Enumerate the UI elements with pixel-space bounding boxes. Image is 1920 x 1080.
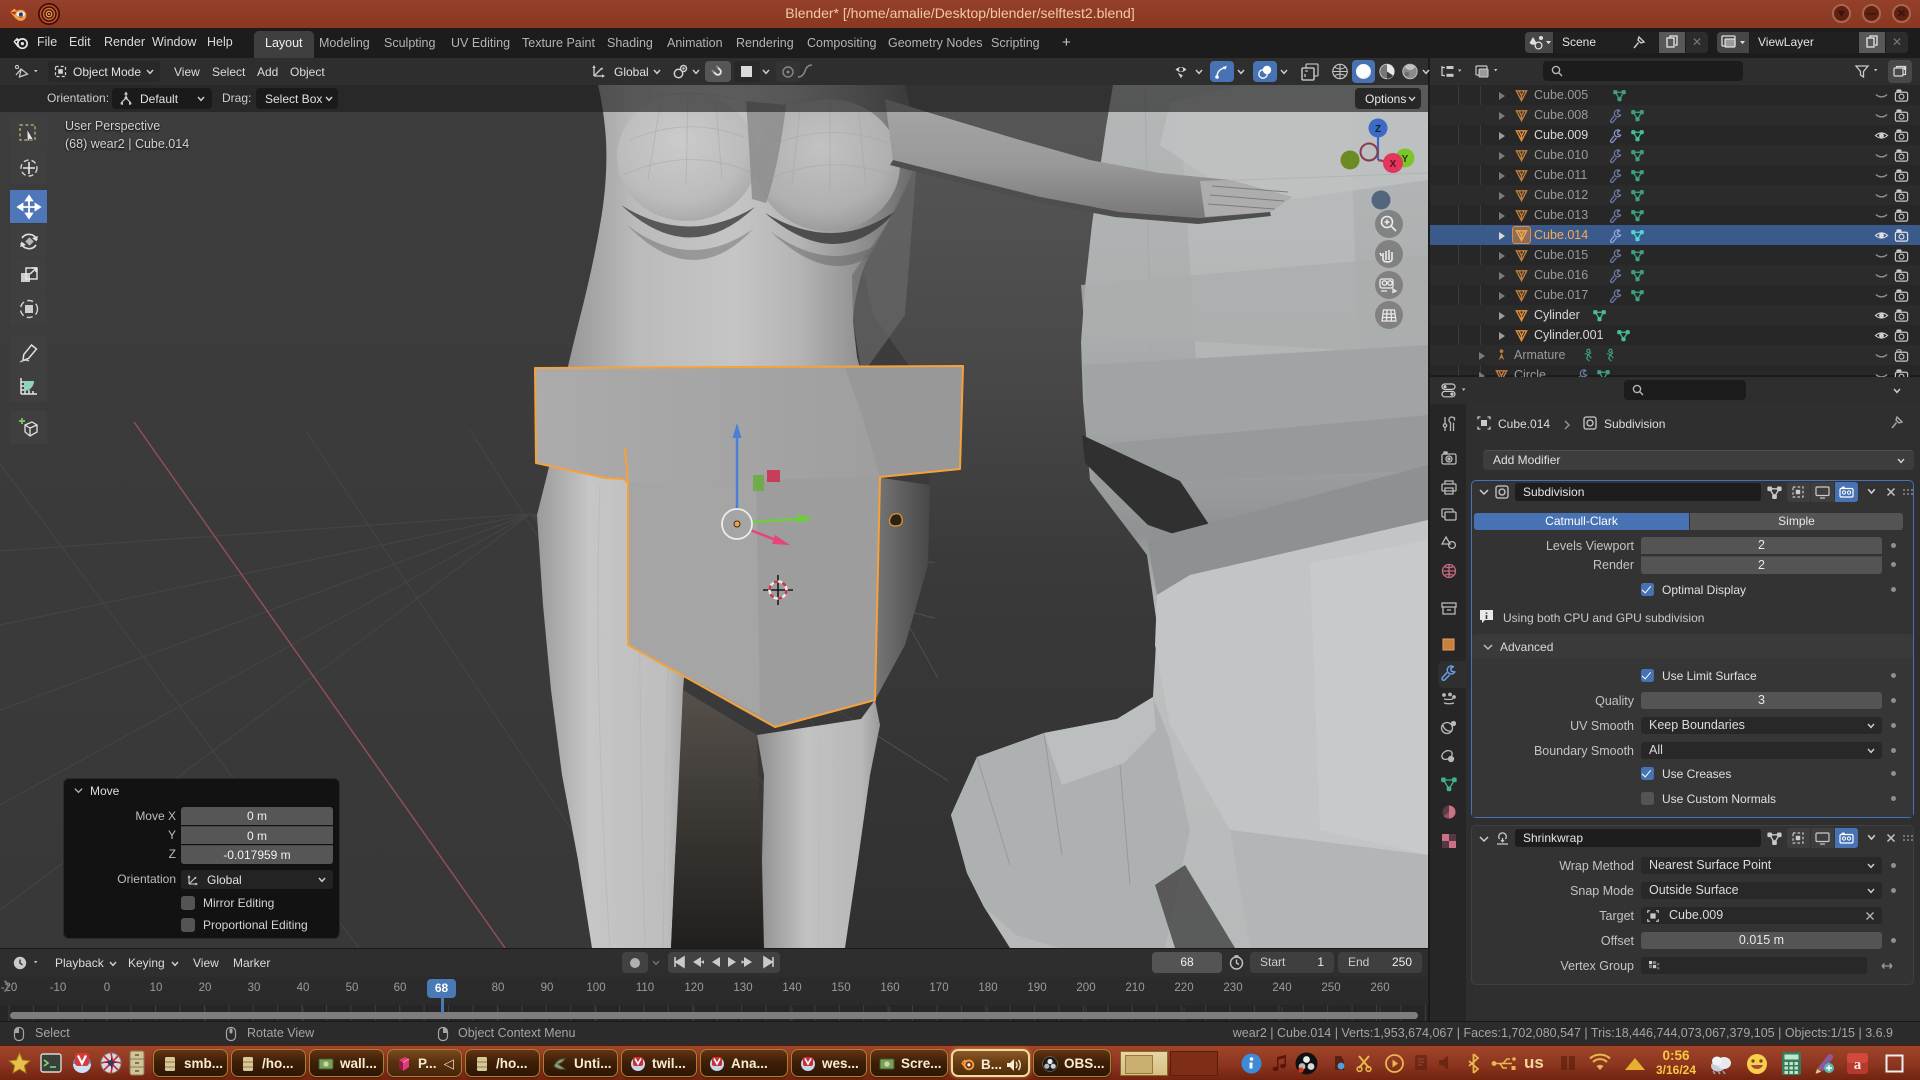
svg-text:50: 50: [346, 982, 359, 994]
svg-text:0: 0: [104, 982, 110, 994]
svg-text:140: 140: [782, 982, 801, 994]
svg-text:240: 240: [1272, 982, 1291, 994]
svg-text:170: 170: [929, 982, 948, 994]
svg-text:80: 80: [492, 982, 505, 994]
svg-text:160: 160: [880, 982, 899, 994]
svg-text:100: 100: [586, 982, 605, 994]
svg-text:30: 30: [248, 982, 261, 994]
svg-text:230: 230: [1223, 982, 1242, 994]
svg-text:110: 110: [636, 982, 654, 994]
svg-text:190: 190: [1027, 982, 1046, 994]
svg-text:200: 200: [1076, 982, 1095, 994]
svg-text:10: 10: [150, 982, 163, 994]
svg-text:90: 90: [541, 982, 554, 994]
svg-text:120: 120: [684, 982, 703, 994]
svg-text:260: 260: [1370, 982, 1389, 994]
svg-text:60: 60: [394, 982, 407, 994]
svg-text:150: 150: [831, 982, 850, 994]
svg-text:250: 250: [1321, 982, 1340, 994]
svg-text:Z: Z: [1375, 124, 1381, 135]
svg-text:130: 130: [733, 982, 752, 994]
svg-text:-10: -10: [50, 982, 67, 994]
svg-text:20: 20: [199, 982, 212, 994]
svg-text:40: 40: [297, 982, 310, 994]
svg-text:210: 210: [1125, 982, 1144, 994]
svg-text:180: 180: [978, 982, 997, 994]
svg-text:X: X: [1390, 159, 1397, 170]
svg-text:220: 220: [1174, 982, 1193, 994]
svg-text:a: a: [1854, 1057, 1862, 1073]
